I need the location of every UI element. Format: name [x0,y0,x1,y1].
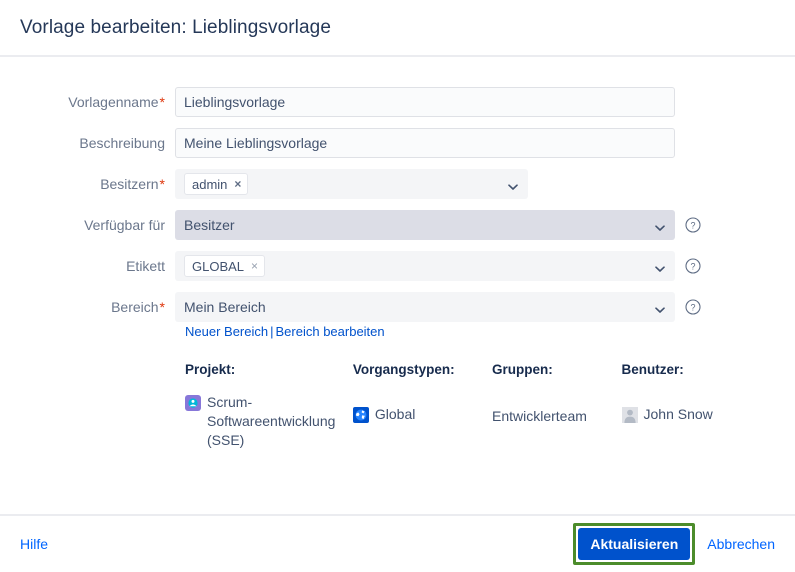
dialog-body: Vorlagenname* Beschreibung Besitzern* ad… [0,57,795,514]
svg-text:?: ? [690,221,695,231]
description-input[interactable] [175,128,675,158]
field-row-owners: Besitzern* admin × [20,169,775,199]
new-scope-link[interactable]: Neuer Bereich [185,324,268,339]
summary-item-groups: Entwicklerteam [492,407,622,426]
edit-scope-link[interactable]: Bereich bearbeiten [276,324,385,339]
summary-value-project: Scrum-Softwareentwicklung (SSE) [207,394,336,448]
help-icon[interactable]: ? [685,217,701,233]
user-avatar-icon [621,407,638,423]
field-wrap-template-name [175,87,775,117]
field-row-scope: Bereich* Mein Bereich ? [20,292,775,322]
dialog-footer: Hilfe Aktualisieren Abbrechen [0,514,795,572]
scope-select[interactable]: Mein Bereich [175,292,675,322]
dialog-header: Vorlage bearbeiten: Lieblingsvorlage [0,0,795,57]
label-chip-remove-icon[interactable]: × [251,260,258,272]
project-avatar-icon [185,395,201,411]
summary-column-project: Projekt: Scrum-Softwareentwicklung (SSE) [185,362,353,450]
field-wrap-label: GLOBAL × ? [175,251,775,281]
field-row-label: Etikett GLOBAL × ? [20,251,775,281]
required-asterisk: * [159,176,165,192]
page-title: Vorlage bearbeiten: Lieblingsvorlage [20,16,331,38]
summary-heading-groups: Gruppen: [492,362,553,377]
help-icon[interactable]: ? [685,299,701,315]
label-chip[interactable]: GLOBAL × [184,255,266,277]
field-wrap-description [175,128,775,158]
chevron-down-icon[interactable] [508,179,518,190]
owners-select[interactable]: admin × [175,169,528,199]
label-description: Beschreibung [79,135,165,151]
scope-actions: Neuer Bereich | Bereich bearbeiten [185,324,775,339]
label-available-for: Verfügbar für [84,217,165,233]
field-row-available-for: Verfügbar für Besitzer ? [20,210,775,240]
cancel-link[interactable]: Abbrechen [707,536,775,552]
required-asterisk: * [159,94,165,110]
available-for-select[interactable]: Besitzer [175,210,675,240]
summary-heading-issue-types: Vorgangstypen: [352,362,455,377]
edit-template-dialog: Vorlage bearbeiten: Lieblingsvorlage Vor… [0,0,795,572]
submit-highlight-box: Aktualisieren [573,523,696,565]
globe-icon [352,407,369,423]
summary-value-groups: Entwicklerteam [492,408,587,424]
help-icon[interactable]: ? [685,258,701,274]
summary-heading-users: Benutzer: [621,362,684,377]
link-separator: | [270,324,274,339]
summary-heading-project: Projekt: [185,362,236,377]
label-chip-label: GLOBAL [192,258,245,274]
field-row-description: Beschreibung [20,128,775,158]
summary-value-issue-types: Global [374,406,416,422]
field-wrap-owners: admin × [175,169,775,199]
summary-column-groups: Gruppen: Entwicklerteam [492,362,622,450]
field-row-template-name: Vorlagenname* [20,87,775,117]
summary-column-users: Benutzer: John Snow [621,362,776,450]
owner-chip[interactable]: admin × [184,173,249,195]
label-select[interactable]: GLOBAL × [175,251,675,281]
chevron-down-icon[interactable] [655,220,665,231]
label-template-name: Vorlagenname* [68,94,165,110]
field-wrap-scope: Mein Bereich ? [175,292,775,322]
owner-chip-remove-icon[interactable]: × [234,178,241,190]
help-link[interactable]: Hilfe [20,536,48,552]
summary-item-users: John Snow [621,405,776,424]
chevron-down-icon[interactable] [655,302,665,313]
available-for-value: Besitzer [184,217,235,233]
label-owners: Besitzern* [100,176,165,192]
footer-actions: Aktualisieren Abbrechen [573,523,775,565]
field-wrap-available-for: Besitzer ? [175,210,775,240]
svg-text:?: ? [690,303,695,313]
label-label: Etikett [126,258,165,274]
chevron-down-icon[interactable] [655,261,665,272]
label-scope: Bereich* [111,299,165,315]
summary-item-issue-types: Global [352,405,492,424]
summary-item-project: Scrum-Softwareentwicklung (SSE) [185,393,353,450]
required-asterisk: * [159,299,165,315]
summary-column-issue-types: Vorgangstypen: Global [352,362,492,450]
summary-value-users: John Snow [643,406,713,422]
scope-summary: Projekt: Scrum-Softwareentwicklung (SSE) [185,362,775,450]
scope-value: Mein Bereich [184,299,266,315]
update-button[interactable]: Aktualisieren [578,528,691,560]
template-name-input[interactable] [175,87,675,117]
owner-chip-label: admin [192,176,228,192]
svg-text:?: ? [690,262,695,272]
